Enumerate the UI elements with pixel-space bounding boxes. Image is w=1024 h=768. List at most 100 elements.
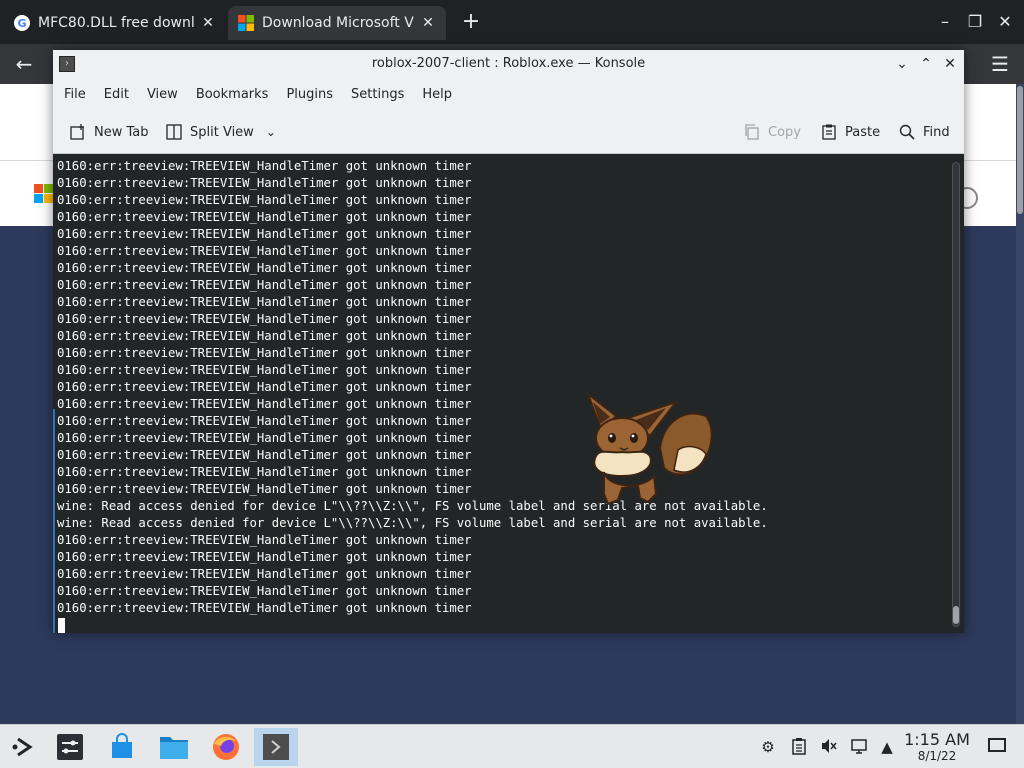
microsoft-logo-icon[interactable] [34,184,54,204]
browser-tabstrip: G MFC80.DLL free download ✕ Download Mic… [0,0,1024,44]
network-icon[interactable] [849,737,869,757]
menu-settings[interactable]: Settings [342,87,413,102]
terminal-lines: 0160:err:treeview:TREEVIEW_HandleTimer g… [57,158,937,617]
terminal-line: 0160:err:treeview:TREEVIEW_HandleTimer g… [57,244,472,258]
shopping-bag-icon [112,733,132,758]
terminal-line: 0160:err:treeview:TREEVIEW_HandleTimer g… [57,482,472,496]
browser-menu-icon[interactable]: ☰ [988,50,1012,78]
terminal-line: 0160:err:treeview:TREEVIEW_HandleTimer g… [57,431,472,445]
konsole-titlebar[interactable]: › roblox-2007-client : Roblox.exe — Kons… [53,50,964,78]
terminal-line: 0160:err:treeview:TREEVIEW_HandleTimer g… [57,261,472,275]
steam-icon[interactable]: ⚙ [758,737,778,757]
terminal-line: wine: Read access denied for device L"\\… [57,499,768,513]
paste-icon [822,124,836,140]
menu-plugins[interactable]: Plugins [277,87,342,102]
steam-deck-launcher-icon [12,737,33,757]
system-settings-button[interactable] [48,728,92,766]
terminal-line: 0160:err:treeview:TREEVIEW_HandleTimer g… [57,159,472,173]
discover-store-button[interactable] [100,728,144,766]
browser-tab-visual-cpp[interactable]: Download Microsoft Visual ✕ [228,6,446,40]
browser-tab-mfc80[interactable]: G MFC80.DLL free download ✕ [4,6,226,40]
google-favicon-icon: G [14,15,30,31]
terminal-cursor [58,618,65,633]
close-tab-icon[interactable]: ✕ [200,15,216,31]
terminal-line: 0160:err:treeview:TREEVIEW_HandleTimer g… [57,312,472,326]
scroll-marker-line [53,409,55,633]
terminal-line: wine: Read access denied for device L"\\… [57,516,768,530]
page-scrollbar[interactable] [1016,84,1024,724]
clipboard-icon[interactable] [789,737,809,757]
restore-icon[interactable]: ❐ [960,10,990,34]
browser-tab-title: Download Microsoft Visual [262,15,414,31]
terminal-line: 0160:err:treeview:TREEVIEW_HandleTimer g… [57,584,472,598]
microsoft-favicon-icon [238,15,254,31]
terminal-line: 0160:err:treeview:TREEVIEW_HandleTimer g… [57,363,472,377]
terminal-scrollbar-thumb[interactable] [953,606,959,624]
menu-edit[interactable]: Edit [95,87,138,102]
terminal-line: 0160:err:treeview:TREEVIEW_HandleTimer g… [57,380,472,394]
konsole-menubar: File Edit View Bookmarks Plugins Setting… [53,78,964,110]
svg-text:G: G [17,17,26,30]
find-button[interactable]: Find [898,120,950,144]
eevee-sprite-icon [585,391,713,506]
clock-time: 1:15 AM [904,730,970,749]
split-view-icon [166,124,182,140]
minimize-icon[interactable]: – [930,10,960,34]
terminal-line: 0160:err:treeview:TREEVIEW_HandleTimer g… [57,227,472,241]
page-scrollbar-thumb[interactable] [1017,86,1023,214]
split-view-label: Split View [190,124,254,140]
split-view-button[interactable]: Split View ⌄ [165,120,276,144]
close-window-icon[interactable]: ✕ [990,10,1020,34]
browser-tab-title: MFC80.DLL free download [38,15,194,31]
chevron-down-icon[interactable]: ⌄ [266,125,276,139]
search-icon [899,124,915,140]
volume-muted-icon[interactable] [819,737,839,757]
close-tab-icon[interactable]: ✕ [420,15,436,31]
terminal-line: 0160:err:treeview:TREEVIEW_HandleTimer g… [57,567,472,581]
konsole-window: › roblox-2007-client : Roblox.exe — Kons… [53,50,964,633]
copy-icon [745,124,759,140]
terminal-output[interactable]: 0160:err:treeview:TREEVIEW_HandleTimer g… [53,154,964,633]
terminal-line: 0160:err:treeview:TREEVIEW_HandleTimer g… [57,346,472,360]
chevron-down-icon[interactable]: ⌄ [892,54,912,74]
new-tab-icon [70,124,84,140]
terminal-line: 0160:err:treeview:TREEVIEW_HandleTimer g… [57,448,472,462]
application-launcher-button[interactable] [2,728,46,766]
taskbar: ⚙ ▲ 1:15 AM 8/1/22 [0,724,1024,768]
digital-clock[interactable]: 1:15 AM 8/1/22 [900,730,974,764]
terminal-line: 0160:err:treeview:TREEVIEW_HandleTimer g… [57,550,472,564]
paste-button[interactable]: Paste [820,120,880,144]
terminal-line: 0160:err:treeview:TREEVIEW_HandleTimer g… [57,295,472,309]
terminal-scrollbar[interactable] [952,162,960,627]
menu-file[interactable]: File [53,87,95,102]
show-desktop-icon[interactable] [988,738,1006,752]
menu-view[interactable]: View [138,87,187,102]
chevron-up-icon[interactable]: ⌃ [916,54,936,74]
terminal-line: 0160:err:treeview:TREEVIEW_HandleTimer g… [57,533,472,547]
terminal-line: 0160:err:treeview:TREEVIEW_HandleTimer g… [57,210,472,224]
terminal-icon [263,734,289,760]
back-arrow-icon[interactable]: ← [10,50,38,78]
window-title: roblox-2007-client : Roblox.exe — Konsol… [371,56,646,71]
close-icon[interactable]: ✕ [940,54,960,74]
new-tab-button[interactable]: + [458,8,484,36]
terminal-line: 0160:err:treeview:TREEVIEW_HandleTimer g… [57,176,472,190]
menu-bookmarks[interactable]: Bookmarks [187,87,278,102]
settings-sliders-icon [57,734,83,760]
terminal-line: 0160:err:treeview:TREEVIEW_HandleTimer g… [57,465,472,479]
terminal-line: 0160:err:treeview:TREEVIEW_HandleTimer g… [57,278,472,292]
dolphin-files-button[interactable] [152,728,196,766]
new-tab-label: New Tab [94,124,149,140]
terminal-line: 0160:err:treeview:TREEVIEW_HandleTimer g… [57,193,472,207]
firefox-button[interactable] [204,728,248,766]
copy-button[interactable]: Copy [743,120,801,144]
paste-label: Paste [845,124,881,140]
tray-expand-icon[interactable]: ▲ [877,737,897,757]
konsole-task-button[interactable] [254,728,298,766]
terminal-line: 0160:err:treeview:TREEVIEW_HandleTimer g… [57,397,472,411]
menu-help[interactable]: Help [413,87,461,102]
firefox-icon [213,734,239,760]
clock-date: 8/1/22 [917,749,957,763]
new-tab-button[interactable]: New Tab [69,120,149,144]
find-label: Find [923,124,950,140]
